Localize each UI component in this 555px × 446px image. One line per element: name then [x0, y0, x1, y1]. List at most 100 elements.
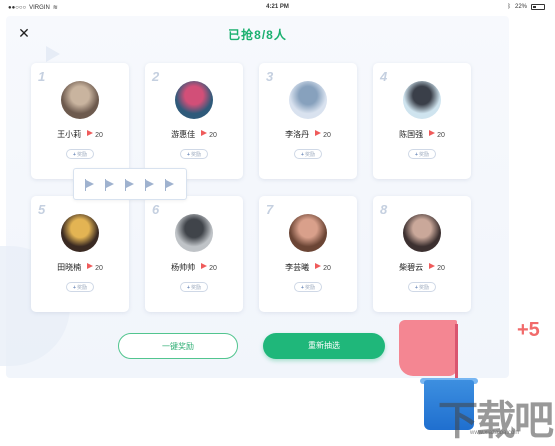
avatar [175, 81, 213, 119]
flag-icon [429, 130, 436, 136]
reward-all-button[interactable]: 一键奖励 [118, 333, 238, 359]
flag-icon [429, 263, 436, 269]
reward-label: 奖励 [76, 285, 87, 291]
student-card[interactable]: 5 田晓楠 20 +奖励 [31, 196, 129, 312]
reward-button[interactable]: +奖励 [180, 282, 208, 292]
reward-button[interactable]: +奖励 [408, 149, 436, 159]
status-bar: ●●○○○ VIRGIN ≋ 4:21 PM ᛒ 22% [0, 0, 555, 16]
page-title: 已抢8/8人 [228, 28, 287, 42]
decor-triangle [46, 46, 60, 62]
student-info: 李洛丹 20 [259, 129, 357, 140]
student-info: 杨帅帅 20 [145, 262, 243, 273]
avatar [289, 214, 327, 252]
card-index: 2 [152, 69, 160, 84]
red-flag-illustration [399, 320, 457, 376]
score-value: 20 [95, 265, 103, 272]
reward-label: 奖励 [304, 285, 315, 291]
card-index: 3 [266, 69, 274, 84]
avatar [403, 214, 441, 252]
student-name: 王小莉 [57, 130, 82, 139]
score-value: 20 [209, 265, 217, 272]
flag-icon [201, 130, 208, 136]
flag-icon [85, 179, 94, 191]
reward-button[interactable]: +奖励 [408, 282, 436, 292]
avatar [289, 81, 327, 119]
score-value: 20 [95, 132, 103, 139]
reward-button[interactable]: +奖励 [294, 282, 322, 292]
reward-label: 奖励 [418, 285, 429, 291]
flag-icon [165, 179, 174, 191]
reward-label: 奖励 [304, 152, 315, 158]
flag-icon [315, 263, 322, 269]
plus-icon: + [187, 285, 190, 291]
reselect-button[interactable]: 重新抽选 [263, 333, 385, 359]
reward-button[interactable]: +奖励 [66, 149, 94, 159]
battery-percent: 22% [514, 4, 527, 10]
avatar [175, 214, 213, 252]
student-name: 游惠佳 [171, 130, 196, 139]
plus-icon: + [187, 152, 190, 158]
plus-points-label: +5 [517, 319, 540, 341]
avatar [403, 81, 441, 119]
reward-label: 奖励 [418, 152, 429, 158]
student-card[interactable]: 3 李洛丹 20 +奖励 [259, 63, 357, 179]
student-card[interactable]: 4 陈国强 20 +奖励 [373, 63, 471, 179]
avatar [61, 81, 99, 119]
card-index: 7 [266, 202, 274, 217]
plus-icon: + [73, 285, 76, 291]
student-info: 柴碧云 20 [373, 262, 471, 273]
score-value: 20 [437, 132, 445, 139]
avatar [61, 214, 99, 252]
plus-icon: + [301, 285, 304, 291]
student-info: 田晓楠 20 [31, 262, 129, 273]
flag-icon [201, 263, 208, 269]
score-value: 20 [437, 265, 445, 272]
plus-icon: + [415, 152, 418, 158]
watermark-logo: 下载吧 [438, 399, 554, 443]
student-info: 陈国强 20 [373, 129, 471, 140]
reward-label: 奖励 [76, 152, 87, 158]
card-index: 1 [38, 69, 46, 84]
student-name: 陈国强 [399, 130, 424, 139]
flag-icon [125, 179, 134, 191]
student-info: 王小莉 20 [31, 129, 129, 140]
status-time: 4:21 PM [266, 4, 289, 10]
flag-icon [105, 179, 114, 191]
student-card[interactable]: 7 李芸曦 20 +奖励 [259, 196, 357, 312]
student-card[interactable]: 1 王小莉 20 +奖励 [31, 63, 129, 179]
student-name: 李洛丹 [285, 130, 310, 139]
card-index: 8 [380, 202, 388, 217]
flag-tray [73, 168, 187, 200]
flag-icon [87, 263, 94, 269]
student-info: 游惠佳 20 [145, 129, 243, 140]
status-right: ᛒ 22% [507, 4, 545, 10]
reward-label: 奖励 [190, 285, 201, 291]
reward-label: 奖励 [190, 152, 201, 158]
reward-button[interactable]: +奖励 [294, 149, 322, 159]
reward-button[interactable]: +奖励 [180, 149, 208, 159]
plus-icon: + [301, 152, 304, 158]
student-card[interactable]: 2 游惠佳 20 +奖励 [145, 63, 243, 179]
score-value: 20 [323, 132, 331, 139]
reward-button[interactable]: +奖励 [66, 282, 94, 292]
score-value: 20 [209, 132, 217, 139]
card-index: 6 [152, 202, 160, 217]
student-name: 李芸曦 [285, 263, 310, 272]
student-name: 柴碧云 [399, 263, 424, 272]
flag-icon [87, 130, 94, 136]
flag-icon [145, 179, 154, 191]
battery-icon [531, 4, 545, 10]
card-index: 4 [380, 69, 388, 84]
student-card[interactable]: 6 杨帅帅 20 +奖励 [145, 196, 243, 312]
bluetooth-icon: ᛒ [507, 4, 511, 10]
score-value: 20 [323, 265, 331, 272]
student-name: 田晓楠 [57, 263, 82, 272]
student-info: 李芸曦 20 [259, 262, 357, 273]
card-index: 5 [38, 202, 46, 217]
student-card[interactable]: 8 柴碧云 20 +奖励 [373, 196, 471, 312]
student-name: 杨帅帅 [171, 263, 196, 272]
watermark-url: www.xiazaiba.com [470, 430, 520, 436]
flag-icon [315, 130, 322, 136]
plus-icon: + [415, 285, 418, 291]
plus-icon: + [73, 152, 76, 158]
